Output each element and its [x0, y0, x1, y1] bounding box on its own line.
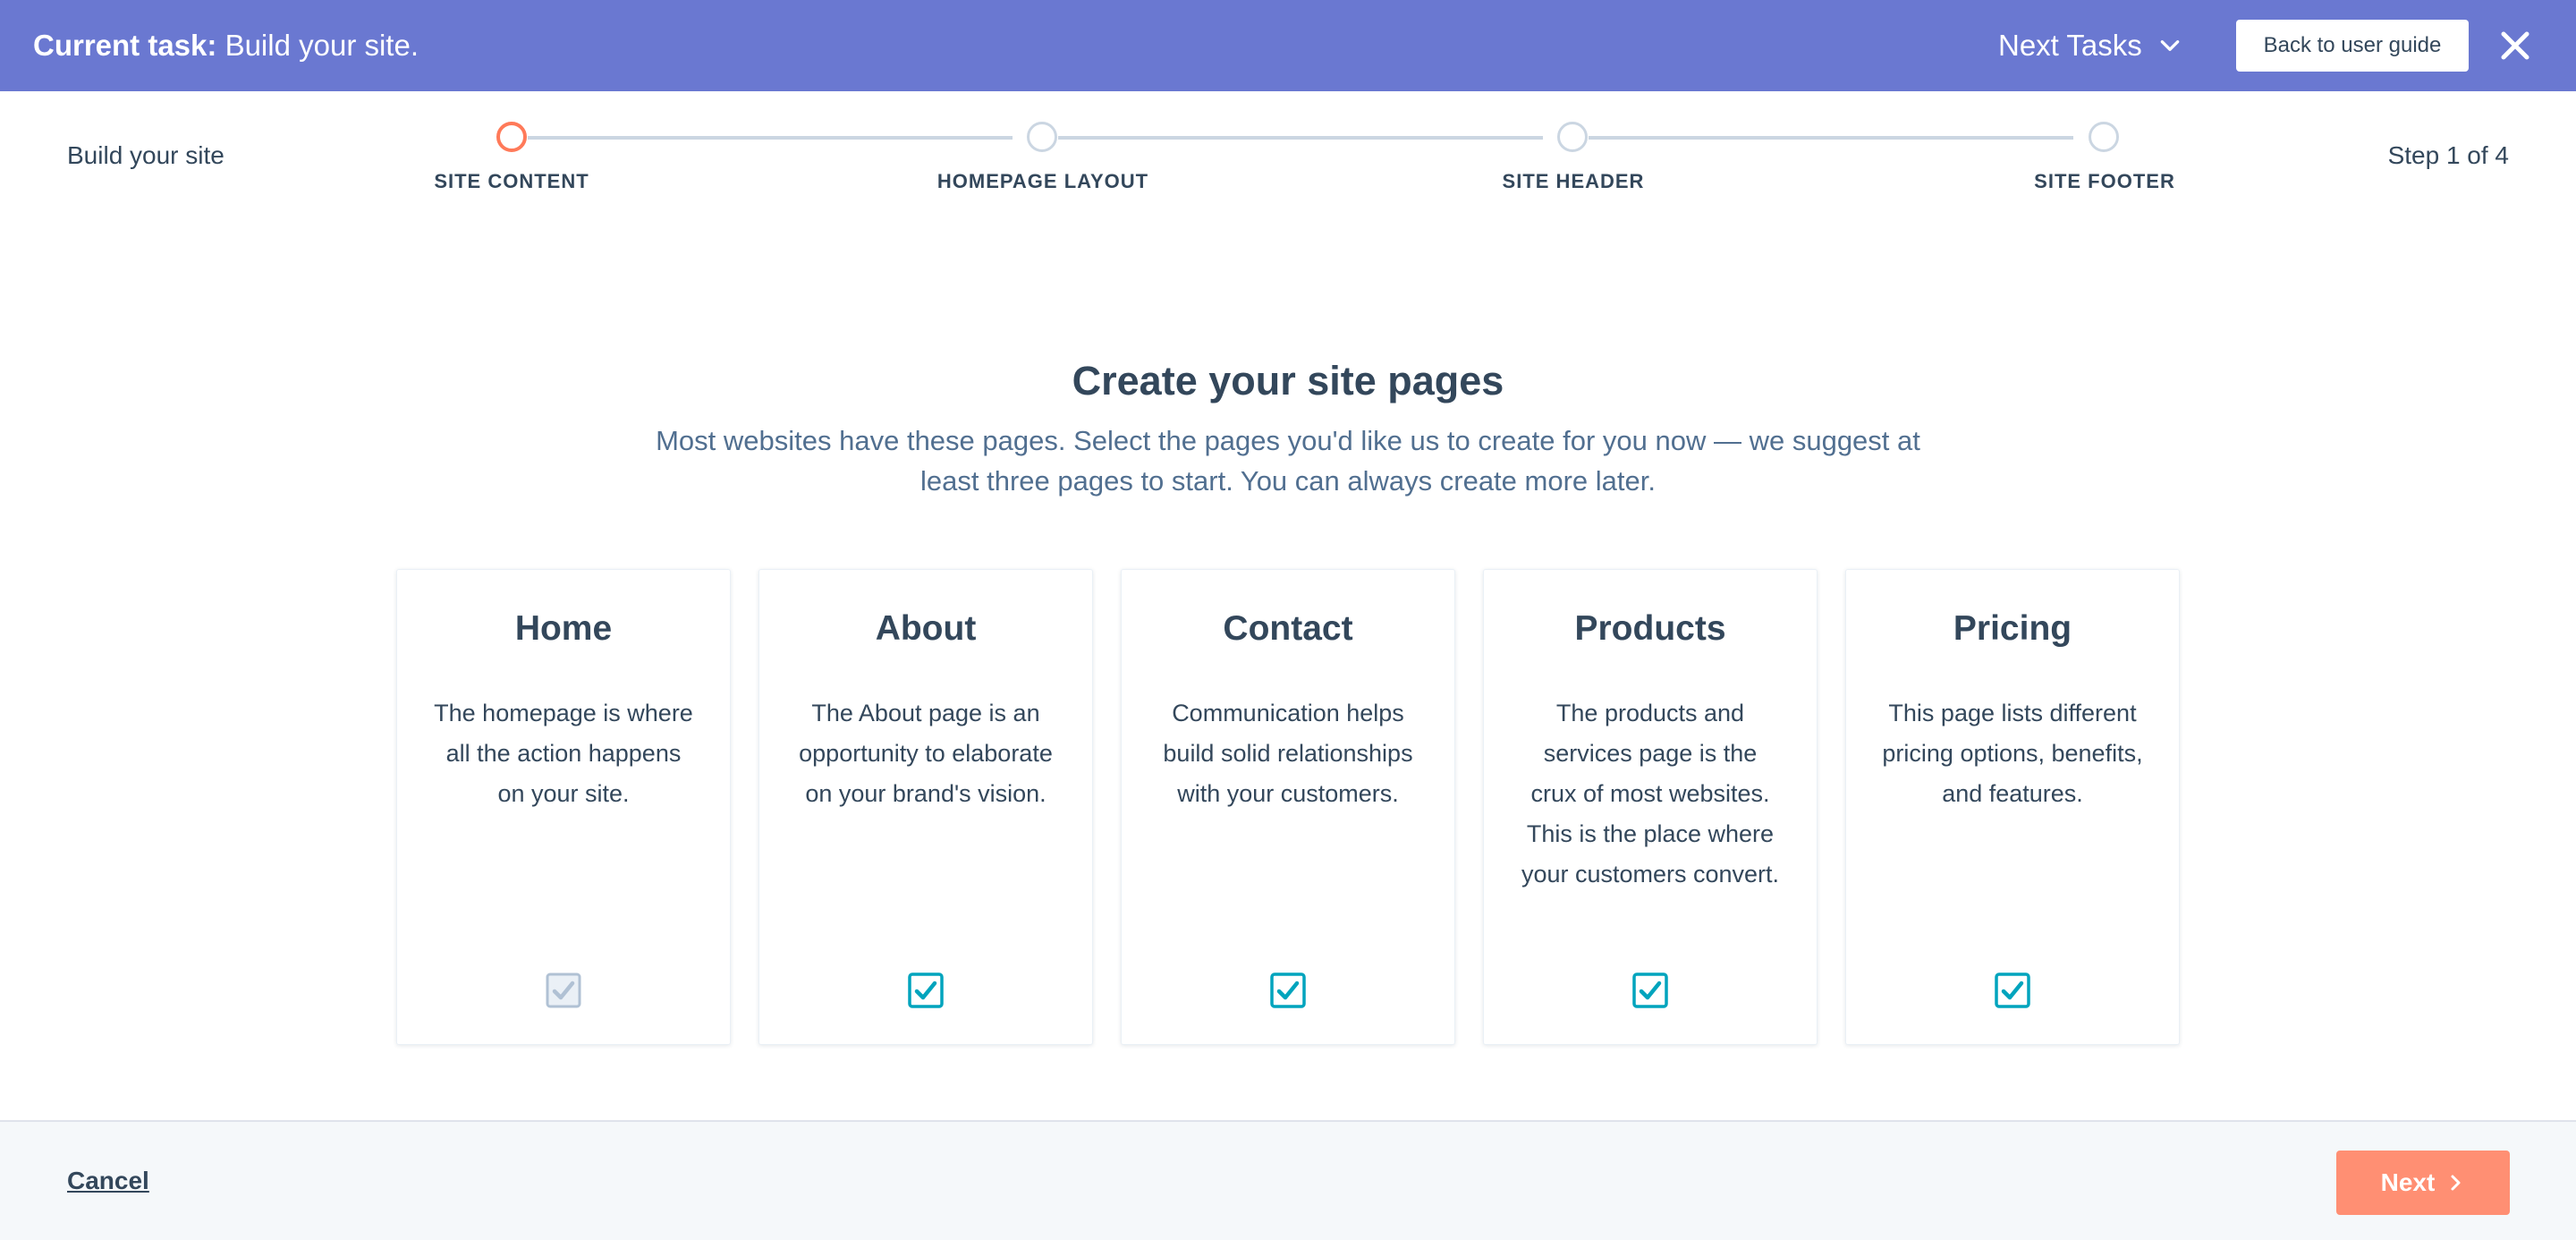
checkbox-checked-icon[interactable] — [546, 972, 581, 1008]
step-dot-site-content — [496, 122, 527, 152]
chevron-right-icon — [2451, 1175, 2461, 1191]
stepper-track — [1589, 136, 2073, 140]
chevron-down-icon — [2160, 40, 2180, 51]
card-title: Home — [514, 609, 613, 648]
card-description: The products and services page is the cr… — [1521, 700, 1780, 888]
checkbox-checked-icon[interactable] — [1270, 972, 1306, 1008]
close-icon[interactable] — [2496, 27, 2534, 64]
current-task-title: Current task: Build your site. — [33, 0, 419, 91]
page-subtitle: Most websites have these pages. Select t… — [656, 425, 1920, 497]
next-tasks-dropdown[interactable]: Next Tasks — [1998, 0, 2182, 91]
card-title: Products — [1574, 609, 1726, 648]
current-task-prefix: Current task: — [33, 29, 217, 62]
page-card-home[interactable]: Home The homepage is where all the actio… — [396, 569, 731, 1045]
footer-bar: Cancel Next — [0, 1120, 2576, 1240]
step-progress: Step 1 of 4 — [2387, 141, 2509, 169]
cancel-link[interactable]: Cancel — [67, 1167, 149, 1195]
card-description: This page lists different pricing option… — [1882, 700, 2143, 807]
card-title: Contact — [1223, 609, 1353, 648]
step-label-site-content: SITE CONTENT — [434, 170, 589, 192]
step-label-homepage-layout: HOMEPAGE LAYOUT — [936, 170, 1149, 192]
card-description: The About page is an opportunity to elab… — [799, 700, 1053, 807]
stepper-title: Build your site — [67, 141, 225, 169]
step-dot-site-footer — [2089, 122, 2119, 152]
card-title: Pricing — [1953, 609, 2072, 648]
page-card-pricing[interactable]: Pricing This page lists different pricin… — [1845, 569, 2180, 1045]
page-card-about[interactable]: About The About page is an opportunity t… — [758, 569, 1093, 1045]
page-title: Create your site pages — [1072, 358, 1504, 403]
card-description: Communication helps build solid relation… — [1163, 700, 1413, 807]
next-button-label: Next — [2380, 1168, 2436, 1196]
checkbox-checked-icon[interactable] — [908, 972, 944, 1008]
card-title: About — [875, 609, 977, 648]
step-label-site-footer: SITE FOOTER — [2034, 170, 2175, 192]
next-tasks-label: Next Tasks — [1998, 29, 2142, 62]
step-label-site-header: SITE HEADER — [1502, 170, 1645, 192]
page-card-contact[interactable]: Contact Communication helps build solid … — [1121, 569, 1455, 1045]
card-description: The homepage is where all the action hap… — [434, 700, 693, 807]
stepper-track — [1058, 136, 1543, 140]
page-card-products[interactable]: Products The products and services page … — [1483, 569, 1818, 1045]
step-dot-homepage-layout — [1027, 122, 1057, 152]
step-dot-site-header — [1557, 122, 1588, 152]
next-button[interactable]: Next — [2336, 1151, 2510, 1215]
stepper-track — [528, 136, 1013, 140]
checkbox-checked-icon[interactable] — [1995, 972, 2030, 1008]
back-to-user-guide-button[interactable]: Back to user guide — [2236, 20, 2469, 72]
current-task-name: Build your site. — [225, 29, 419, 62]
checkbox-checked-icon[interactable] — [1632, 972, 1668, 1008]
top-bar: Current task: Build your site. Next Task… — [0, 0, 2576, 91]
